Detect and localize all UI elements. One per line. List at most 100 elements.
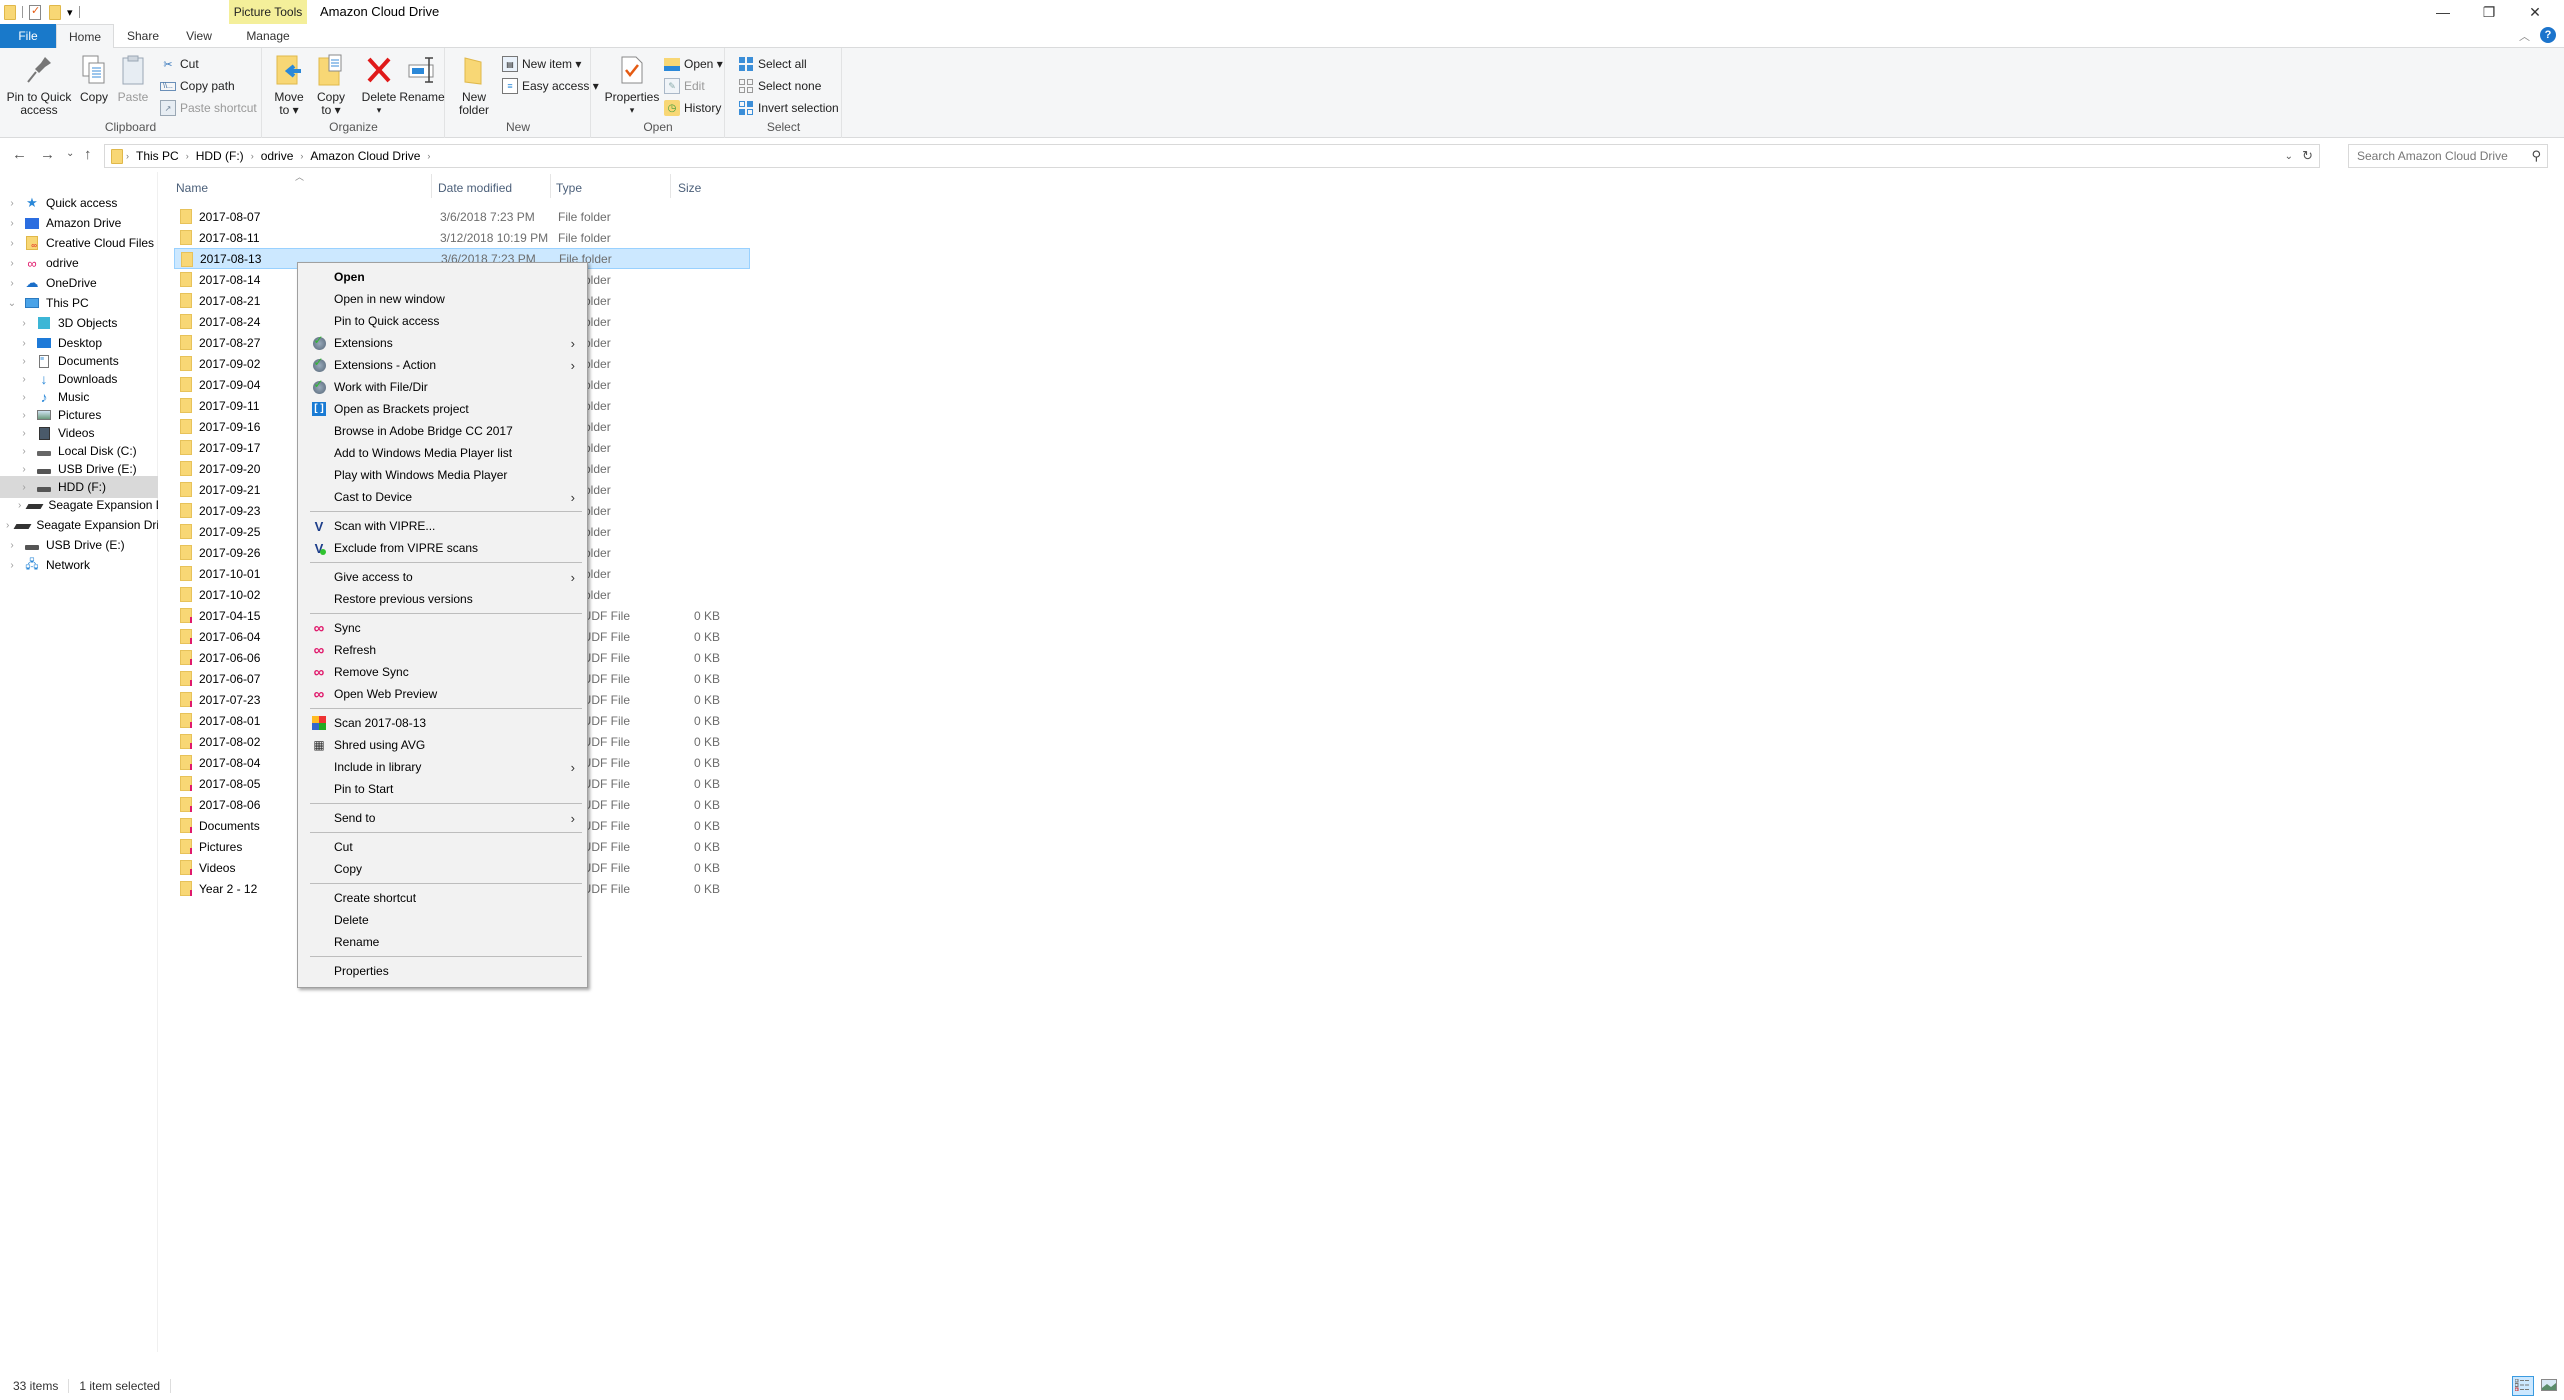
copy-button[interactable]: Copy xyxy=(78,52,110,104)
column-divider[interactable] xyxy=(550,174,551,198)
select-none-button[interactable]: Select none xyxy=(738,76,821,96)
collapse-ribbon-icon[interactable]: ︿ xyxy=(2519,28,2530,44)
copy-path-button[interactable]: \\... Copy path xyxy=(160,76,235,96)
cut-button[interactable]: ✂ Cut xyxy=(160,54,198,74)
menu-item-extensions-action[interactable]: ✓ Extensions - Action › xyxy=(300,354,585,376)
up-button[interactable]: ↑ xyxy=(84,146,92,163)
properties-dropdown-icon[interactable]: ▾ xyxy=(630,104,635,117)
chevron-right-icon[interactable]: › xyxy=(18,356,30,367)
menu-item-copy[interactable]: Copy xyxy=(300,858,585,880)
nav-item-quick-access[interactable]: › ★ Quick access xyxy=(0,192,158,214)
menu-item-restore-previous-versions[interactable]: Restore previous versions xyxy=(300,588,585,610)
nav-item-usb-drive-e[interactable]: › USB Drive (E:) xyxy=(0,534,158,556)
new-folder-button[interactable]: New folder xyxy=(456,52,492,117)
nav-item-this-pc[interactable]: ⌄ This PC xyxy=(0,292,158,314)
menu-item-properties[interactable]: Properties xyxy=(300,960,585,982)
chevron-right-icon[interactable]: › xyxy=(18,338,30,349)
back-button[interactable]: ← xyxy=(12,146,27,163)
delete-dropdown-icon[interactable]: ▾ xyxy=(377,104,382,117)
menu-item-open-as-brackets-project[interactable]: [ ] Open as Brackets project xyxy=(300,398,585,420)
large-icons-view-button[interactable] xyxy=(2538,1376,2560,1396)
breadcrumb-separator[interactable]: › xyxy=(427,151,430,161)
menu-item-remove-sync[interactable]: ∞ Remove Sync xyxy=(300,661,585,683)
chevron-right-icon[interactable]: › xyxy=(6,218,18,229)
chevron-right-icon[interactable]: › xyxy=(6,560,18,571)
easy-access-button[interactable]: ≡ Easy access ▾ xyxy=(502,76,599,96)
breadcrumb-separator[interactable]: › xyxy=(251,151,254,161)
menu-item-sync[interactable]: ∞ Sync xyxy=(300,617,585,639)
history-button[interactable]: ◷ History xyxy=(664,98,721,118)
move-to-button[interactable]: Move to ▾ xyxy=(271,52,307,117)
recent-locations-button[interactable]: ⌄ xyxy=(66,148,74,159)
breadcrumb-this-pc[interactable]: This PC xyxy=(136,149,179,163)
address-dropdown-icon[interactable]: ⌄ xyxy=(2285,151,2293,162)
properties-button[interactable]: Properties ▾ xyxy=(604,52,660,117)
chevron-right-icon[interactable]: › xyxy=(18,410,30,421)
chevron-right-icon[interactable]: › xyxy=(18,428,30,439)
column-header-name[interactable]: Name xyxy=(176,176,436,200)
search-input[interactable]: Search Amazon Cloud Drive ⚲ xyxy=(2348,144,2548,168)
breadcrumb-hdd-f[interactable]: HDD (F:) xyxy=(196,149,244,163)
chevron-right-icon[interactable]: › xyxy=(18,464,30,475)
chevron-right-icon[interactable]: › xyxy=(6,520,9,531)
menu-item-add-to-windows-media-player-list[interactable]: Add to Windows Media Player list xyxy=(300,442,585,464)
restore-button[interactable]: ❐ xyxy=(2466,0,2512,24)
edit-button[interactable]: ✎ Edit xyxy=(664,76,705,96)
address-bar[interactable]: › This PC › HDD (F:) › odrive › Amazon C… xyxy=(104,144,2320,168)
tab-view[interactable]: View xyxy=(172,24,226,48)
details-view-button[interactable] xyxy=(2512,1376,2534,1396)
nav-item-seagate-expansion-drive[interactable]: › Seagate Expansion Drive xyxy=(0,514,158,536)
help-icon[interactable]: ? xyxy=(2540,27,2556,43)
refresh-icon[interactable]: ↻ xyxy=(2302,148,2313,164)
menu-item-play-with-windows-media-player[interactable]: Play with Windows Media Player xyxy=(300,464,585,486)
breadcrumb-odrive[interactable]: odrive xyxy=(261,149,294,163)
menu-item-include-in-library[interactable]: Include in library › xyxy=(300,756,585,778)
menu-item-pin-to-start[interactable]: Pin to Start xyxy=(300,778,585,800)
nav-item-amazon-drive[interactable]: › Amazon Drive xyxy=(0,212,158,234)
chevron-right-icon[interactable]: › xyxy=(18,318,30,329)
chevron-right-icon[interactable]: › xyxy=(18,482,30,493)
nav-item-onedrive[interactable]: › ☁ OneDrive xyxy=(0,272,158,294)
breadcrumb-separator[interactable]: › xyxy=(300,151,303,161)
menu-item-cast-to-device[interactable]: Cast to Device › xyxy=(300,486,585,508)
customize-dropdown-icon[interactable]: ▾ xyxy=(67,6,73,19)
breadcrumb-separator[interactable]: › xyxy=(186,151,189,161)
column-header-date[interactable]: Date modified xyxy=(438,176,548,200)
nav-item-seagate-expansion-drive[interactable]: › Seagate Expansion Drive xyxy=(0,494,158,516)
tab-manage[interactable]: Manage xyxy=(229,24,307,48)
menu-item-extensions[interactable]: ✓ Extensions › xyxy=(300,332,585,354)
chevron-right-icon[interactable]: › xyxy=(18,500,21,511)
tab-share[interactable]: Share xyxy=(116,24,170,48)
nav-item-network[interactable]: › 🖧 Network xyxy=(0,554,158,576)
menu-item-work-with-file-dir[interactable]: ✓ Work with File/Dir xyxy=(300,376,585,398)
invert-selection-button[interactable]: Invert selection xyxy=(738,98,839,118)
close-button[interactable]: ✕ xyxy=(2512,0,2558,24)
chevron-right-icon[interactable]: › xyxy=(6,540,18,551)
menu-item-browse-in-adobe-bridge-cc-2017[interactable]: Browse in Adobe Bridge CC 2017 xyxy=(300,420,585,442)
rename-button[interactable]: Rename xyxy=(399,52,445,104)
chevron-right-icon[interactable]: › xyxy=(6,258,18,269)
menu-item-open-web-preview[interactable]: ∞ Open Web Preview xyxy=(300,683,585,705)
menu-item-rename[interactable]: Rename xyxy=(300,931,585,953)
nav-item-odrive[interactable]: › ∞ odrive xyxy=(0,252,158,274)
forward-button[interactable]: → xyxy=(40,146,55,163)
menu-item-scan-2017-08-13[interactable]: Scan 2017-08-13 xyxy=(300,712,585,734)
chevron-right-icon[interactable]: › xyxy=(18,392,30,403)
new-folder-icon[interactable] xyxy=(49,4,61,20)
menu-item-scan-with-vipre[interactable]: V Scan with VIPRE... xyxy=(300,515,585,537)
menu-item-give-access-to[interactable]: Give access to › xyxy=(300,566,585,588)
menu-item-open-in-new-window[interactable]: Open in new window xyxy=(300,288,585,310)
nav-item-3d-objects[interactable]: › 3D Objects xyxy=(0,312,158,334)
menu-item-create-shortcut[interactable]: Create shortcut xyxy=(300,887,585,909)
menu-item-exclude-from-vipre-scans[interactable]: V Exclude from VIPRE scans xyxy=(300,537,585,559)
delete-button[interactable]: Delete ▾ xyxy=(359,52,399,117)
tab-file[interactable]: File xyxy=(0,24,56,48)
column-divider[interactable] xyxy=(431,174,432,198)
column-header-size[interactable]: Size xyxy=(678,176,738,200)
menu-item-delete[interactable]: Delete xyxy=(300,909,585,931)
menu-item-send-to[interactable]: Send to › xyxy=(300,807,585,829)
properties-icon[interactable] xyxy=(29,4,41,20)
nav-item-creative-cloud-files[interactable]: › ∞ Creative Cloud Files xyxy=(0,232,158,254)
file-row[interactable]: 2017-08-07 3/6/2018 7:23 PM File folder xyxy=(174,206,750,227)
new-item-button[interactable]: ▤ New item ▾ xyxy=(502,54,581,74)
